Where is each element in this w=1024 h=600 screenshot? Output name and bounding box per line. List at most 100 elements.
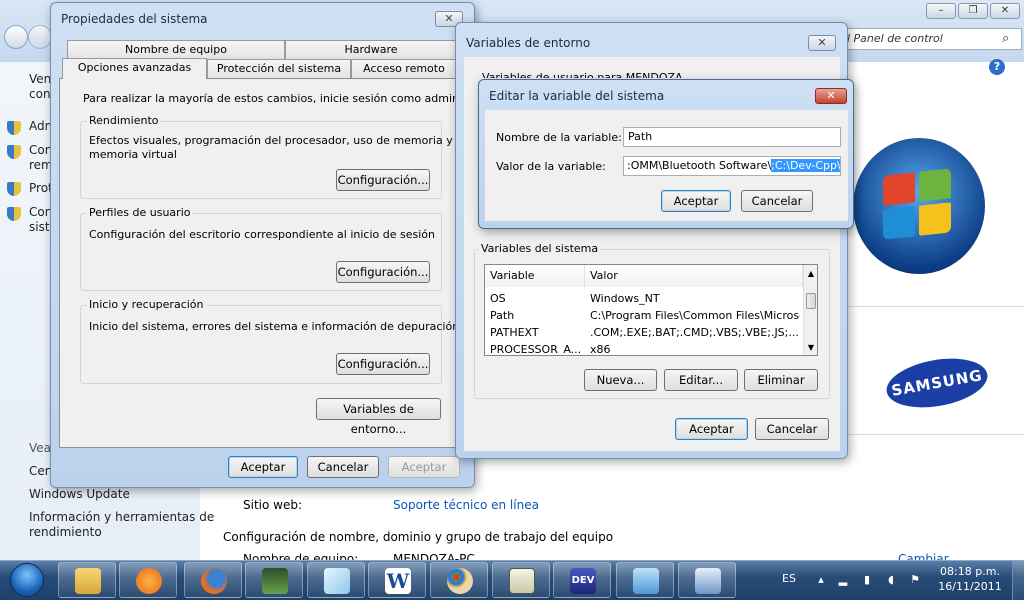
variable-value-input[interactable]: :OMM\Bluetooth Software\;C:\Dev-Cpp\bin bbox=[623, 156, 841, 176]
taskbar-word[interactable]: W bbox=[368, 562, 426, 598]
list-scrollbar[interactable]: ▲ ▼ bbox=[803, 265, 817, 355]
taskbar-dev-cpp[interactable]: DEV bbox=[553, 562, 611, 598]
sidebar-link-advanced-cont[interactable]: siste bbox=[29, 220, 51, 234]
sidebar-link-device-manager[interactable]: Adm bbox=[29, 119, 51, 133]
sidebar-link-advanced[interactable]: Con bbox=[29, 205, 51, 219]
taskbar-explorer[interactable] bbox=[58, 562, 116, 598]
taskbar-notepad[interactable] bbox=[307, 562, 365, 598]
computer-name-value: MENDOZA-PC bbox=[393, 553, 475, 560]
sidebar-link-view-cont[interactable]: cont bbox=[29, 87, 51, 101]
ok-button[interactable]: Aceptar bbox=[661, 190, 731, 212]
ok-button[interactable]: Aceptar bbox=[675, 418, 748, 440]
clock-date: 16/11/2011 bbox=[938, 580, 1002, 593]
system-variables-list[interactable]: Variable Valor OS Windows_NT Path C:\Progr… bbox=[484, 264, 818, 356]
sidebar-link-performance[interactable]: Información y herramientas de bbox=[29, 510, 214, 524]
profiles-settings-button[interactable]: Configuración... bbox=[336, 261, 430, 283]
startup-settings-button[interactable]: Configuración... bbox=[336, 353, 430, 375]
scroll-up-icon[interactable]: ▲ bbox=[805, 269, 817, 278]
tab-hardware[interactable]: Hardware bbox=[285, 40, 457, 59]
forward-button[interactable] bbox=[28, 25, 52, 49]
table-row[interactable]: Path C:\Program Files\Common Files\Micros… bbox=[485, 307, 803, 324]
table-row[interactable]: PATHEXT .COM;.EXE;.BAT;.CMD;.VBS;.VBE;.JS… bbox=[485, 324, 803, 341]
taskbar-media-player[interactable] bbox=[119, 562, 177, 598]
show-hidden-icons-icon[interactable]: ▴ bbox=[814, 573, 828, 587]
taskbar-control-panel[interactable] bbox=[616, 562, 674, 598]
sidebar-link-windows-update[interactable]: Windows Update bbox=[29, 487, 130, 501]
performance-settings-button[interactable]: Configuración... bbox=[336, 169, 430, 191]
clock[interactable]: 08:18 p.m. 16/11/2011 bbox=[930, 564, 1010, 594]
edit-variable-button[interactable]: Editar... bbox=[664, 369, 738, 391]
minimize-button[interactable]: – bbox=[926, 3, 956, 19]
address-bar[interactable]: l Panel de control bbox=[840, 28, 1022, 50]
maximize-button[interactable]: ❐ bbox=[958, 3, 988, 19]
taskbar-paint[interactable] bbox=[430, 562, 488, 598]
sidebar-link-performance-cont[interactable]: rendimiento bbox=[29, 525, 102, 539]
control-panel-icon bbox=[633, 568, 659, 594]
start-button[interactable] bbox=[2, 561, 52, 599]
sidebar-link-view[interactable]: Vent bbox=[29, 72, 51, 86]
tab-system-protection[interactable]: Protección del sistema bbox=[207, 59, 351, 78]
language-indicator[interactable]: ES bbox=[782, 572, 796, 585]
column-header-value[interactable]: Valor bbox=[585, 265, 803, 287]
sidebar-link-remote-cont[interactable]: rem bbox=[29, 158, 51, 172]
action-center-flag-icon[interactable]: ⚑ bbox=[908, 573, 922, 587]
volume-icon[interactable]: ◖ bbox=[884, 573, 898, 587]
sidebar-link-action-center[interactable]: Cen bbox=[29, 464, 51, 478]
user-variables-title: Variables de usuario para MENDOZA bbox=[482, 72, 683, 78]
cancel-button[interactable]: Cancelar bbox=[741, 190, 813, 212]
scroll-down-icon[interactable]: ▼ bbox=[805, 343, 817, 352]
system-icon bbox=[695, 568, 721, 594]
table-row[interactable]: OS Windows_NT bbox=[485, 290, 803, 307]
tab-remote-access[interactable]: Acceso remoto bbox=[351, 59, 457, 78]
tab-advanced-options[interactable]: Opciones avanzadas bbox=[62, 58, 207, 79]
startup-recovery-group: Inicio y recuperación Inicio del sistema… bbox=[80, 298, 459, 384]
table-row[interactable]: PROCESSOR_A... x86 bbox=[485, 341, 803, 355]
search-icon[interactable]: ⌕ bbox=[1002, 31, 1009, 46]
tab-label: Protección del sistema bbox=[216, 62, 342, 75]
tab-label: Opciones avanzadas bbox=[77, 61, 192, 74]
taskbar-firefox[interactable] bbox=[184, 562, 242, 598]
variable-name-label: Nombre de la variable: bbox=[496, 131, 622, 144]
network-icon[interactable]: ▂ bbox=[836, 573, 850, 587]
sidebar-link-protection[interactable]: Prot bbox=[29, 181, 51, 195]
scroll-thumb[interactable] bbox=[806, 293, 816, 309]
sidebar-link-remote[interactable]: Con bbox=[29, 143, 51, 157]
close-icon[interactable]: ✕ bbox=[808, 35, 836, 51]
taskbar-task-manager[interactable] bbox=[245, 562, 303, 598]
tab-computer-name[interactable]: Nombre de equipo bbox=[67, 40, 285, 59]
group-description: Configuración del escritorio correspondi… bbox=[89, 228, 435, 241]
delete-variable-button[interactable]: Eliminar bbox=[744, 369, 818, 391]
divider bbox=[848, 306, 1024, 307]
notepad-icon bbox=[324, 568, 350, 594]
system-properties-dialog: Propiedades del sistema ✕ Nombre de equi… bbox=[50, 2, 504, 488]
windows-logo bbox=[853, 138, 985, 274]
environment-variables-button[interactable]: Variables de entorno... bbox=[316, 398, 441, 436]
word-icon: W bbox=[385, 568, 411, 594]
dev-cpp-icon: DEV bbox=[570, 568, 596, 594]
support-link[interactable]: Soporte técnico en línea bbox=[393, 498, 539, 512]
taskbar-system[interactable] bbox=[678, 562, 736, 598]
back-button[interactable] bbox=[4, 25, 28, 49]
close-window-button[interactable]: ✕ bbox=[990, 3, 1020, 19]
show-desktop-button[interactable] bbox=[1012, 561, 1024, 600]
website-label: Sitio web: bbox=[243, 498, 303, 512]
shield-icon bbox=[7, 121, 21, 135]
see-also-heading: Vea bbox=[29, 441, 51, 455]
taskbar-plot-app[interactable] bbox=[492, 562, 550, 598]
windows-start-icon bbox=[10, 563, 44, 597]
media-player-icon bbox=[136, 568, 162, 594]
plot-app-icon bbox=[509, 568, 535, 594]
variable-name-input[interactable]: Path bbox=[623, 127, 841, 147]
ok-button[interactable]: Aceptar bbox=[228, 456, 298, 478]
new-variable-button[interactable]: Nueva... bbox=[584, 369, 657, 391]
change-settings-link[interactable]: Cambiar bbox=[898, 553, 949, 560]
cancel-button[interactable]: Cancelar bbox=[755, 418, 829, 440]
divider bbox=[848, 434, 1024, 435]
clock-time: 08:18 p.m. bbox=[940, 565, 1000, 578]
battery-icon[interactable]: ▮ bbox=[860, 573, 874, 587]
help-icon[interactable]: ? bbox=[989, 59, 1005, 75]
cancel-button[interactable]: Cancelar bbox=[307, 456, 379, 478]
variable-value: Windows_NT bbox=[590, 292, 660, 305]
column-header-variable[interactable]: Variable bbox=[485, 265, 585, 287]
close-icon[interactable]: ✕ bbox=[815, 88, 847, 104]
